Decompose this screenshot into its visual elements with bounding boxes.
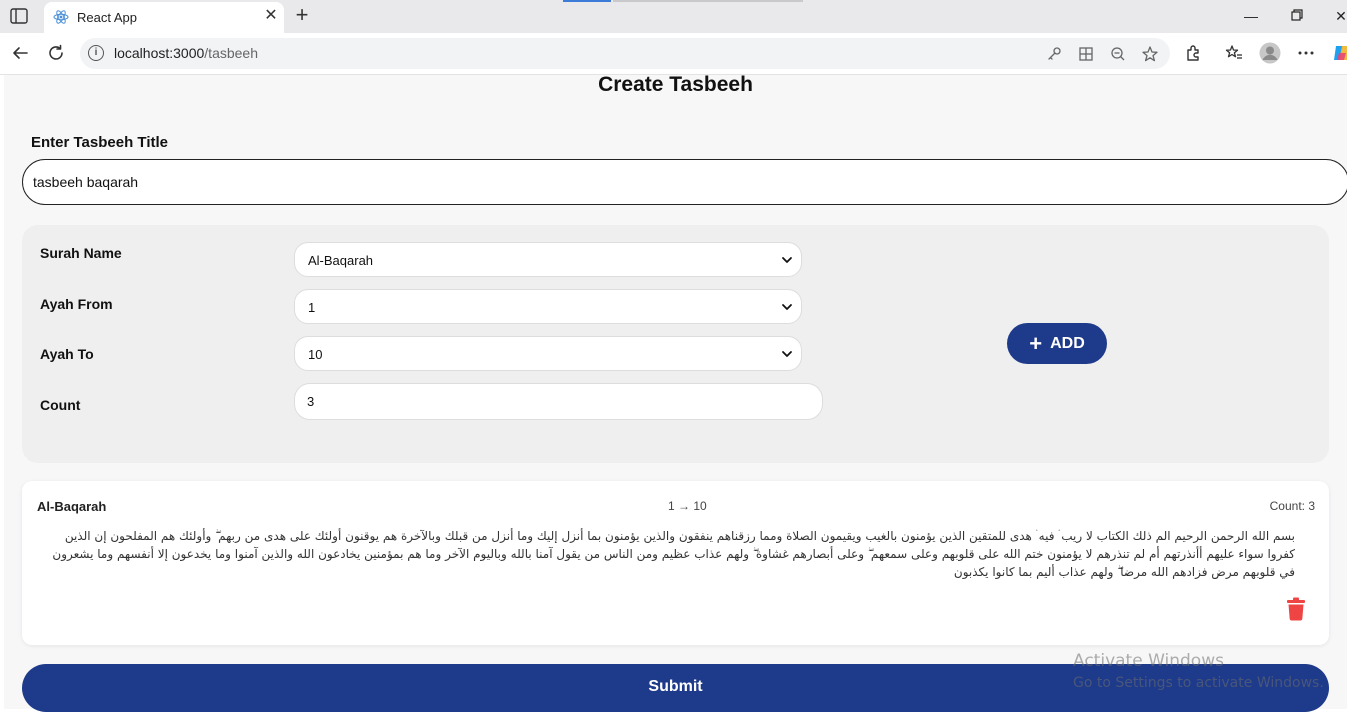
chevron-down-icon [782, 304, 792, 310]
chevron-down-icon [782, 351, 792, 357]
watermark-line-1: Activate Windows [1073, 651, 1224, 671]
tasbeeh-title-input[interactable] [22, 159, 1347, 205]
key-icon[interactable] [1044, 44, 1064, 64]
trash-icon[interactable] [1285, 597, 1307, 621]
entry-count: Count: 3 [1269, 499, 1315, 513]
page-content: Create Tasbeeh Enter Tasbeeh Title Surah… [4, 73, 1347, 712]
ayah-from-select-value: 1 [308, 300, 316, 315]
count-label: Count [40, 397, 81, 413]
browser-toolbar: i localhost:3000/tasbeeh [0, 33, 1347, 75]
watermark-line-2: Go to Settings to activate Windows. [1073, 675, 1324, 691]
ayah-to-select[interactable]: 10 [294, 336, 802, 371]
ayah-to-label: Ayah To [40, 346, 94, 362]
entry-surah-name: Al-Baqarah [37, 499, 107, 514]
ayah-form-card: Surah Name Al-Baqarah Ayah From 1 Ayah T… [22, 225, 1329, 463]
entry-ayah-range: 1 → 10 [668, 499, 707, 513]
chevron-down-icon [782, 257, 792, 263]
info-icon[interactable]: i [88, 45, 104, 61]
minimize-icon[interactable]: — [1241, 6, 1261, 26]
url-host: localhost:3000 [114, 45, 205, 61]
favorites-icon[interactable] [1222, 41, 1246, 65]
tab-indicator-secondary [613, 0, 803, 2]
surah-select[interactable]: Al-Baqarah [294, 242, 802, 277]
browser-tab-bar: React App ✕ + — ✕ [0, 0, 1347, 33]
plus-icon[interactable]: + [291, 4, 313, 27]
tasbeeh-title-label: Enter Tasbeeh Title [31, 134, 168, 151]
more-icon[interactable] [1294, 41, 1318, 65]
url-path: /tasbeeh [204, 45, 259, 61]
close-icon[interactable]: ✕ [262, 7, 280, 25]
surah-name-label: Surah Name [40, 245, 122, 261]
tab-indicator [563, 0, 611, 2]
add-button[interactable]: + ADD [1007, 323, 1107, 364]
page-title: Create Tasbeeh [598, 73, 753, 96]
restore-icon[interactable] [1287, 6, 1307, 26]
url-text[interactable]: localhost:3000/tasbeeh [114, 45, 258, 61]
surah-select-value: Al-Baqarah [308, 253, 374, 268]
avatar[interactable] [1258, 41, 1282, 65]
extensions-icon[interactable] [1181, 41, 1205, 65]
grid-icon[interactable] [1076, 44, 1096, 64]
ayah-from-select[interactable]: 1 [294, 289, 802, 324]
plus-icon: + [1029, 330, 1043, 356]
star-icon[interactable] [1140, 44, 1160, 64]
tasbeeh-entry-card: Al-Baqarah 1 → 10 Count: 3 بسم الله الرح… [22, 481, 1329, 645]
activate-windows-watermark: Activate Windows Go to Settings to activ… [1073, 651, 1324, 691]
reload-icon[interactable] [44, 41, 68, 65]
entry-ayah-text: بسم الله الرحمن الرحيم الم ذلك الكتاب لا… [52, 529, 1295, 579]
window-close-icon[interactable]: ✕ [1331, 6, 1347, 26]
react-logo-icon [53, 9, 69, 25]
ayah-to-select-value: 10 [308, 347, 323, 362]
browser-tab-active[interactable]: React App ✕ [44, 2, 284, 33]
back-icon[interactable] [8, 41, 32, 65]
copilot-icon[interactable] [1330, 41, 1347, 65]
sidebar-icon[interactable] [10, 8, 28, 24]
tab-title: React App [77, 10, 137, 25]
ayah-from-label: Ayah From [40, 296, 113, 312]
zoom-out-icon[interactable] [1108, 44, 1128, 64]
add-button-label: ADD [1050, 334, 1085, 352]
count-input[interactable] [294, 383, 823, 420]
address-bar[interactable]: i localhost:3000/tasbeeh [80, 38, 1170, 69]
